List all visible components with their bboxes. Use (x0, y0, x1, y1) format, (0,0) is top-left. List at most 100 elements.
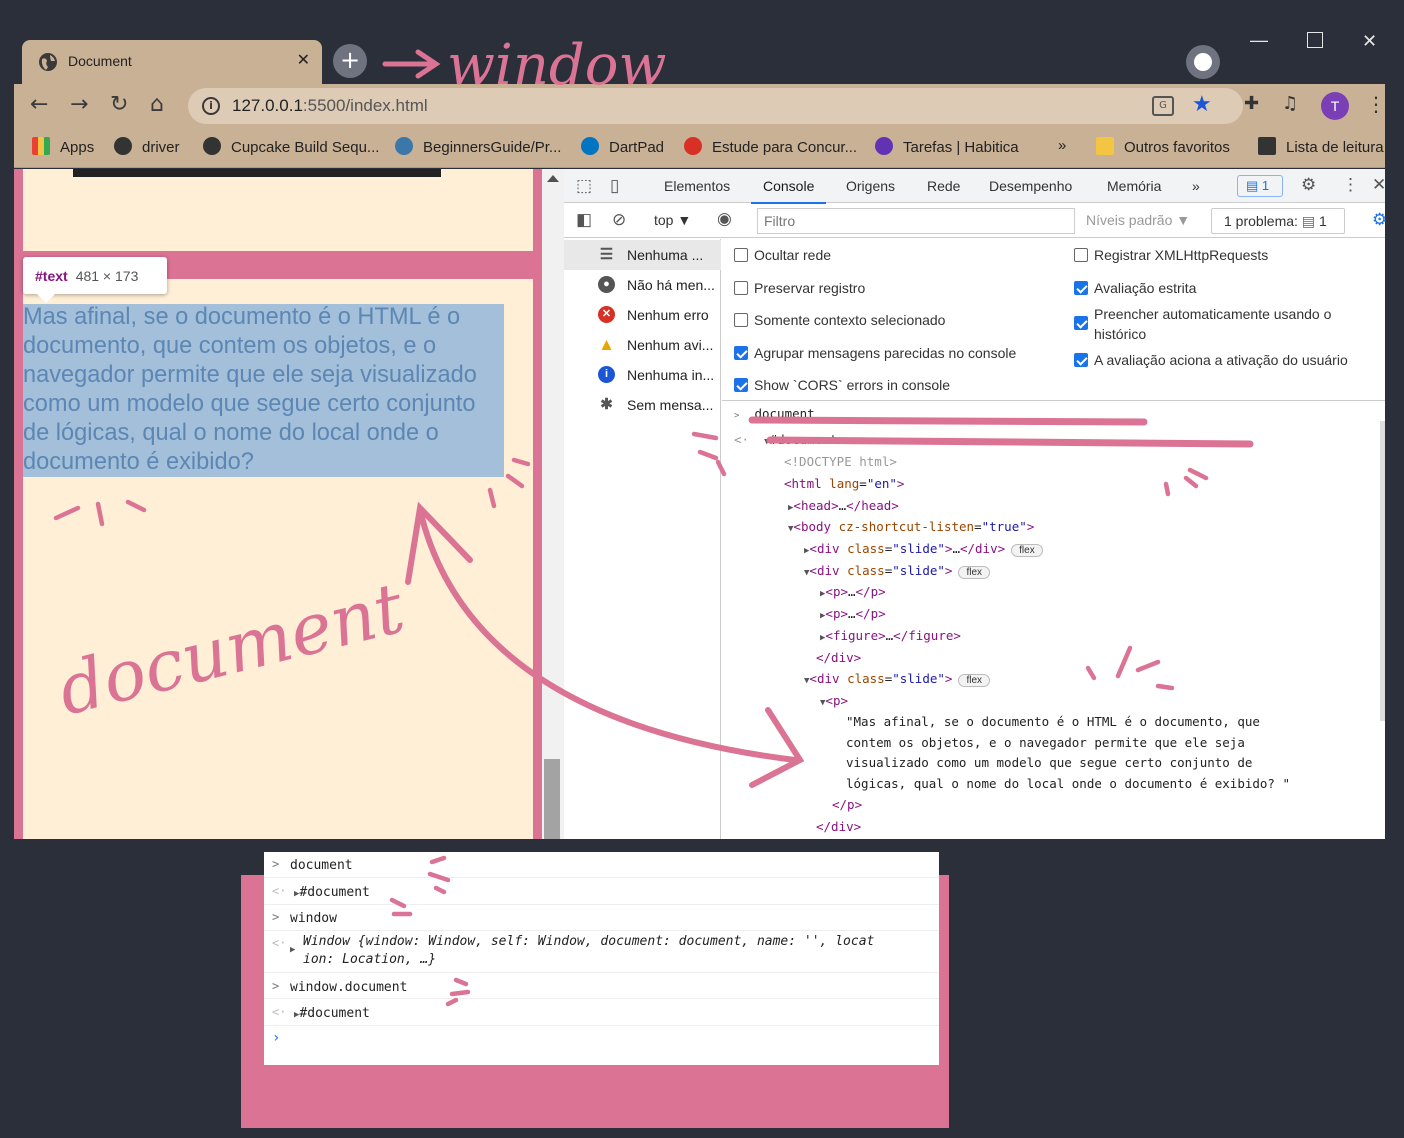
console-prompt-icon[interactable]: › (272, 1030, 280, 1046)
minimize-icon[interactable]: — (1250, 30, 1268, 51)
sidebar-item-messages[interactable]: ☰ Nenhuma ... (564, 240, 721, 270)
context-select[interactable]: top ▼ (654, 212, 691, 228)
dom-p-open[interactable]: ▼<p> (820, 693, 848, 708)
opt-log-xhr[interactable]: Registrar XMLHttpRequests (1074, 245, 1268, 265)
flex-pill[interactable]: flex (1011, 544, 1043, 557)
flex-pill[interactable]: flex (958, 566, 991, 579)
sidebar-item-user[interactable]: ● Não há men... (564, 270, 721, 300)
close-icon[interactable]: ✕ (1372, 175, 1386, 195)
console-output-row[interactable]: <· ▶ Window {window: Window, self: Window,… (264, 931, 939, 973)
more-tabs-icon[interactable]: » (1192, 178, 1200, 194)
bookmark-star-icon[interactable]: ★ (1192, 92, 1212, 117)
media-icon[interactable]: ♫ (1282, 93, 1298, 114)
scroll-up-icon[interactable] (547, 175, 559, 182)
opt-autocomplete[interactable]: Preencher automaticamente usando o histó… (1074, 304, 1364, 344)
tab-origens[interactable]: Origens (846, 178, 895, 194)
close-window-icon[interactable]: ✕ (1362, 31, 1377, 52)
gear-icon[interactable]: ⚙ (1301, 175, 1316, 195)
checkbox[interactable] (734, 281, 748, 295)
bookmark-reading-list[interactable]: Lista de leitura (1258, 137, 1384, 156)
sidebar-item-warnings[interactable]: ▲ Nenhum avi... (564, 330, 721, 360)
inspect-icon[interactable]: ⬚ (576, 176, 592, 196)
address-bar[interactable]: i 127.0.0.1:5500/index.html G ★ (188, 88, 1243, 124)
tab-memoria[interactable]: Memória (1107, 178, 1161, 194)
back-icon[interactable]: ← (30, 92, 48, 117)
page-scrollbar[interactable] (542, 169, 564, 839)
clear-console-icon[interactable]: ⊘ (612, 210, 626, 230)
kebab-icon[interactable]: ⋮ (1342, 175, 1359, 195)
console-settings-icon[interactable]: ⚙ (1372, 210, 1387, 230)
console-snippet: > document <· ▶#document > window <· ▶ Window… (264, 852, 939, 1065)
opt-user-activation[interactable]: A avaliação aciona a ativação do usuário (1074, 350, 1348, 370)
forward-icon[interactable]: → (70, 92, 88, 117)
dom-div-slide[interactable]: ▼<div class="slide"> flex (804, 563, 991, 579)
checkbox[interactable] (1074, 316, 1088, 330)
sidebar-toggle-icon[interactable]: ◧ (576, 210, 592, 230)
bookmark-outros[interactable]: Outros favoritos (1096, 137, 1230, 156)
device-toolbar-icon[interactable]: ▯ (610, 176, 619, 196)
sidebar-item-info[interactable]: i Nenhuma in... (564, 360, 721, 390)
site-info-icon[interactable]: i (202, 97, 220, 115)
translate-icon[interactable]: G (1152, 96, 1174, 116)
checkbox[interactable] (1074, 353, 1088, 367)
opt-group-similar[interactable]: Agrupar mensagens parecidas no console (734, 343, 1016, 363)
opt-selected-context[interactable]: Somente contexto selecionado (734, 310, 945, 330)
avatar[interactable]: T (1321, 92, 1349, 120)
dom-div-close: </div> (816, 819, 862, 834)
scroll-thumb[interactable] (544, 759, 560, 839)
dom-body[interactable]: ▼<body cz-shortcut-listen="true"> (788, 519, 1034, 534)
console-output-row[interactable]: <· ▶#document (264, 999, 939, 1026)
levels-select[interactable]: Níveis padrão ▼ (1086, 212, 1190, 228)
checkbox[interactable] (734, 346, 748, 360)
home-icon[interactable]: ⌂ (150, 92, 164, 117)
dom-div-slide[interactable]: ▶<div class="slide">…</div> flex (804, 541, 1043, 557)
tab-console[interactable]: Console (750, 178, 827, 204)
flex-pill[interactable]: flex (958, 674, 991, 687)
new-tab-button[interactable]: + (333, 44, 367, 78)
sidebar-item-verbose[interactable]: ✱ Sem mensa... (564, 390, 721, 420)
checkbox[interactable] (1074, 281, 1088, 295)
issues-badge[interactable]: ▤ 1 (1237, 175, 1283, 197)
problems-button[interactable]: 1 problema: ▤ 1 (1211, 208, 1345, 234)
tab-elementos[interactable]: Elementos (664, 178, 730, 194)
bookmark-python[interactable]: BeginnersGuide/Pr... (395, 137, 561, 156)
opt-cors-errors[interactable]: Show `CORS` errors in console (734, 375, 950, 395)
checkbox[interactable] (734, 313, 748, 327)
bookmark-cupcake[interactable]: Cupcake Build Sequ... (203, 137, 379, 156)
close-tab-icon[interactable]: ✕ (297, 50, 310, 69)
dom-head[interactable]: ▶<head>…</head> (788, 498, 899, 513)
dom-div-slide[interactable]: ▼<div class="slide"> flex (804, 671, 991, 687)
browser-tab[interactable]: Document ✕ (22, 40, 322, 84)
extensions-icon[interactable]: ✚ (1244, 93, 1259, 114)
dom-p[interactable]: ▶<p>…</p> (820, 606, 886, 621)
bookmark-dartpad[interactable]: DartPad (581, 137, 664, 156)
devtools-scrollbar[interactable] (1380, 421, 1385, 721)
bookmark-estude[interactable]: Estude para Concur... (684, 137, 857, 156)
opt-hide-network[interactable]: Ocultar rede (734, 245, 831, 265)
console-output-row[interactable]: <· ▶#document (264, 878, 939, 905)
reload-icon[interactable]: ↻ (110, 92, 128, 117)
more-bookmarks-icon[interactable]: » (1058, 137, 1066, 154)
maximize-icon[interactable] (1307, 32, 1323, 48)
checkbox[interactable] (734, 378, 748, 392)
checkbox[interactable] (1074, 248, 1088, 262)
slide-paragraph: Mas afinal, se o documento é o HTML é o … (23, 304, 477, 475)
console-result-line[interactable]: <· ▼#document (734, 432, 837, 447)
dom-html[interactable]: <html lang="en"> (784, 476, 904, 491)
tab-rede[interactable]: Rede (927, 178, 960, 194)
dom-p[interactable]: ▶<p>…</p> (820, 584, 886, 599)
filter-input[interactable]: Filtro (757, 208, 1075, 234)
sidebar-item-errors[interactable]: ✕ Nenhum erro (564, 300, 721, 330)
checkbox[interactable] (734, 248, 748, 262)
apps-icon (32, 137, 50, 155)
dom-figure[interactable]: ▶<figure>…</figure> (820, 628, 961, 643)
menu-icon[interactable]: ⋮ (1366, 92, 1386, 116)
opt-preserve-log[interactable]: Preservar registro (734, 278, 865, 298)
opt-eager-eval[interactable]: Avaliação estrita (1074, 278, 1196, 298)
eye-icon[interactable]: ◉ (717, 209, 732, 229)
bookmark-habitica[interactable]: Tarefas | Habitica (875, 137, 1019, 156)
tab-desempenho[interactable]: Desempenho (989, 178, 1072, 194)
bookmark-apps[interactable]: Apps (32, 137, 94, 156)
tab-search-button[interactable] (1186, 45, 1220, 79)
bookmark-driver[interactable]: driver (114, 137, 180, 156)
